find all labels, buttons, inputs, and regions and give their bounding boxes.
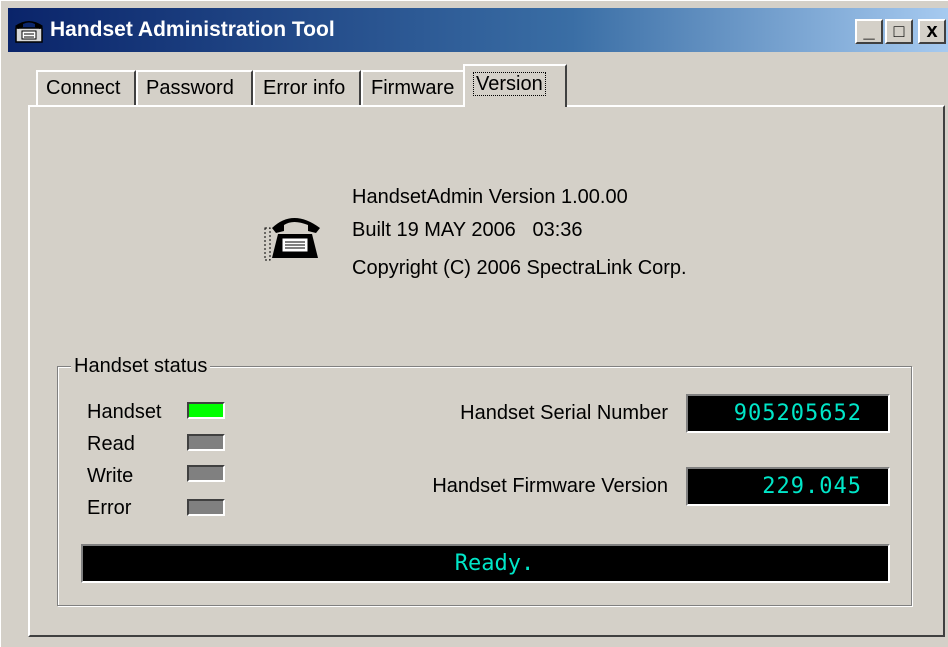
close-button[interactable]: x — [918, 19, 946, 44]
tab-label: Firmware — [371, 77, 455, 99]
app-window: Handset Administration Tool _ □ x Connec… — [0, 0, 948, 647]
handset-status-title: Handset status — [71, 355, 211, 377]
version-text: HandsetAdmin Version 1.00.00 — [352, 186, 628, 208]
read-indicator-label: Read — [87, 433, 135, 455]
firmware-version-display: 229.045 — [686, 467, 890, 506]
tab-version[interactable]: Version — [463, 64, 567, 107]
error-indicator-led — [187, 499, 225, 516]
handset-indicator-led — [187, 402, 225, 419]
serial-number-label: Handset Serial Number — [460, 402, 668, 424]
tab-connect[interactable]: Connect — [36, 70, 136, 106]
tab-label: Connect — [46, 77, 121, 99]
tab-label: Error info — [263, 77, 346, 99]
handset-indicator-label: Handset — [87, 401, 162, 423]
telephone-icon — [264, 218, 320, 261]
write-indicator-label: Write — [87, 465, 134, 487]
serial-number-display: 905205652 — [686, 394, 890, 433]
telephone-icon — [15, 21, 43, 43]
tab-label: Version — [473, 72, 546, 96]
tab-error-info[interactable]: Error info — [253, 70, 361, 106]
read-indicator-led — [187, 434, 225, 451]
firmware-version-label: Handset Firmware Version — [432, 475, 668, 497]
error-indicator-label: Error — [87, 497, 132, 519]
window-title: Handset Administration Tool — [50, 18, 335, 41]
title-bar[interactable]: Handset Administration Tool _ □ x — [8, 8, 948, 52]
tab-firmware[interactable]: Firmware — [361, 70, 465, 106]
maximize-button[interactable]: □ — [885, 19, 913, 44]
tab-password[interactable]: Password — [136, 70, 253, 106]
write-indicator-led — [187, 465, 225, 482]
status-message-bar: Ready. — [81, 544, 890, 583]
tab-label: Password — [146, 77, 234, 99]
minimize-button[interactable]: _ — [855, 19, 883, 44]
build-date-text: Built 19 MAY 2006 03:36 — [352, 219, 583, 241]
copyright-text: Copyright (C) 2006 SpectraLink Corp. — [352, 257, 687, 279]
